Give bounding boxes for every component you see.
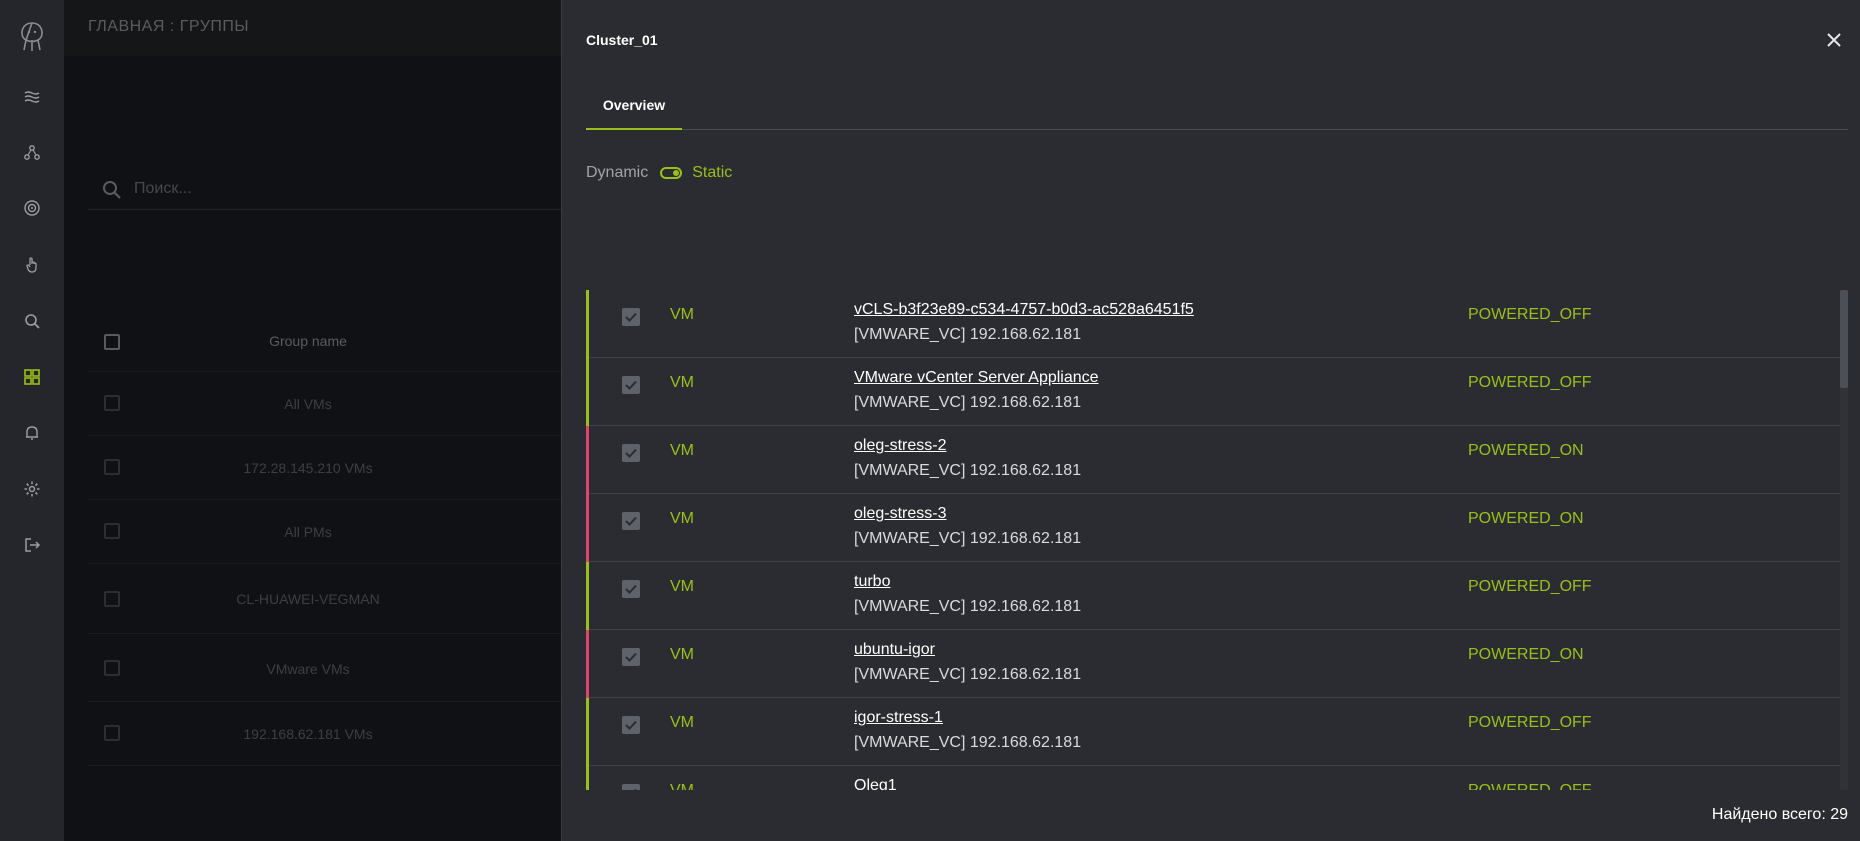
toggle-label-dynamic[interactable]: Dynamic: [586, 164, 648, 182]
list-item[interactable]: VM VMware vCenter Server Appliance [VMWARE…: [586, 358, 1840, 426]
mode-switch[interactable]: [660, 167, 683, 179]
groups-icon[interactable]: [22, 367, 42, 387]
item-status: POWERED_OFF: [1468, 374, 1592, 391]
total-count: Найдено всего: 29: [1711, 806, 1848, 823]
list-item[interactable]: VM turbo [VMWARE_VC] 192.168.62.181 POWERED…: [586, 562, 1840, 630]
switch-knob: [673, 170, 680, 176]
item-name-link[interactable]: vCLS-b3f23e89-c534-4757-b0d3-ac528a6451f…: [854, 301, 1194, 319]
list-item[interactable]: VM oleg-stress-3 [VMWARE_VC] 192.168.62.18…: [586, 494, 1840, 562]
list-item[interactable]: VM ubuntu-igor [VMWARE_VC] 192.168.62.181 P…: [586, 630, 1840, 698]
item-status: POWERED_OFF: [1468, 578, 1592, 595]
item-type: VM: [670, 782, 694, 790]
logout-icon[interactable]: [22, 535, 42, 555]
check-icon: [625, 720, 637, 730]
item-status: POWERED_OFF: [1468, 306, 1592, 323]
mode-toggle: Dynamic Static: [586, 162, 732, 184]
row-checkbox[interactable]: [622, 648, 640, 666]
status-marker: [586, 426, 589, 494]
status-marker: [586, 562, 589, 630]
hand-icon[interactable]: [22, 255, 42, 275]
group-members-list: VM vCLS-b3f23e89-c534-4757-b0d3-ac528a645…: [586, 290, 1840, 790]
item-source: [VMWARE_VC] 192.168.62.181: [854, 734, 1082, 751]
row-checkbox[interactable]: [622, 444, 640, 462]
row-checkbox[interactable]: [622, 376, 640, 394]
row-checkbox[interactable]: [622, 308, 640, 326]
item-type: VM: [670, 374, 694, 391]
gear-icon[interactable]: [22, 479, 42, 499]
item-status: POWERED_OFF: [1468, 782, 1592, 790]
item-source: [VMWARE_VC] 192.168.62.181: [854, 530, 1082, 547]
item-type: VM: [670, 306, 694, 323]
drawer-tabs: Overview: [586, 88, 1848, 130]
status-marker: [586, 766, 589, 790]
item-source: [VMWARE_VC] 192.168.62.181: [854, 326, 1082, 343]
item-status: POWERED_ON: [1468, 646, 1584, 663]
check-icon: [625, 380, 637, 390]
check-icon: [625, 516, 637, 526]
modal-backdrop[interactable]: [64, 0, 561, 841]
row-checkbox[interactable]: [622, 784, 640, 790]
search-icon[interactable]: [22, 311, 42, 331]
check-icon: [625, 652, 637, 662]
row-checkbox[interactable]: [622, 580, 640, 598]
check-icon: [634, 788, 637, 790]
status-marker: [586, 698, 589, 766]
item-source: [VMWARE_VC] 192.168.62.181: [854, 666, 1082, 683]
bell-icon[interactable]: [22, 423, 42, 443]
status-marker: [586, 358, 589, 426]
list-item[interactable]: VM igor-stress-1 [VMWARE_VC] 192.168.62.18…: [586, 698, 1840, 766]
item-status: POWERED_OFF: [1468, 714, 1592, 731]
group-details-drawer: Cluster_01 Overview Dynamic Static VM vCL…: [561, 0, 1860, 841]
row-checkbox[interactable]: [622, 512, 640, 530]
layers-icon[interactable]: [22, 87, 42, 107]
radar-icon[interactable]: [22, 198, 42, 218]
item-type: VM: [670, 578, 694, 595]
octopus-logo-icon[interactable]: [17, 20, 47, 54]
item-type: VM: [670, 510, 694, 527]
check-icon: [625, 584, 637, 594]
status-marker: [586, 630, 589, 698]
item-type: VM: [670, 714, 694, 731]
item-name-link[interactable]: oleg-stress-3: [854, 505, 946, 523]
list-item[interactable]: VM oleg-stress-2 [VMWARE_VC] 192.168.62.18…: [586, 426, 1840, 494]
status-marker: [586, 494, 589, 562]
item-name-link[interactable]: oleg-stress-2: [854, 437, 946, 455]
item-source: [VMWARE_VC] 192.168.62.181: [854, 462, 1082, 479]
item-status: POWERED_ON: [1468, 442, 1584, 459]
scrollbar[interactable]: [1840, 290, 1848, 790]
item-name-link[interactable]: Oleg1: [854, 777, 897, 790]
item-name-link[interactable]: igor-stress-1: [854, 709, 943, 727]
drawer-title: Cluster_01: [586, 32, 658, 48]
toggle-label-static[interactable]: Static: [692, 164, 732, 182]
item-source: [VMWARE_VC] 192.168.62.181: [854, 598, 1082, 615]
item-name-link[interactable]: turbo: [854, 573, 890, 591]
row-checkbox[interactable]: [622, 716, 640, 734]
nodes-icon[interactable]: [22, 143, 42, 163]
status-marker: [586, 290, 589, 358]
scrollbar-thumb[interactable]: [1840, 290, 1848, 388]
close-icon[interactable]: [1824, 30, 1844, 50]
sidebar: [0, 0, 64, 841]
item-type: VM: [670, 646, 694, 663]
tab-overview[interactable]: Overview: [586, 88, 682, 130]
item-source: [VMWARE_VC] 192.168.62.181: [854, 394, 1082, 411]
check-icon: [625, 312, 637, 322]
item-type: VM: [670, 442, 694, 459]
item-name-link[interactable]: ubuntu-igor: [854, 641, 935, 659]
list-item[interactable]: VM vCLS-b3f23e89-c534-4757-b0d3-ac528a645…: [586, 290, 1840, 358]
item-name-link[interactable]: VMware vCenter Server Appliance: [854, 369, 1099, 387]
item-status: POWERED_ON: [1468, 510, 1584, 527]
check-icon: [625, 448, 637, 458]
list-item[interactable]: VMOleg1[VMWARE_VC] 192.168.62.181POWERED…: [586, 766, 1840, 790]
